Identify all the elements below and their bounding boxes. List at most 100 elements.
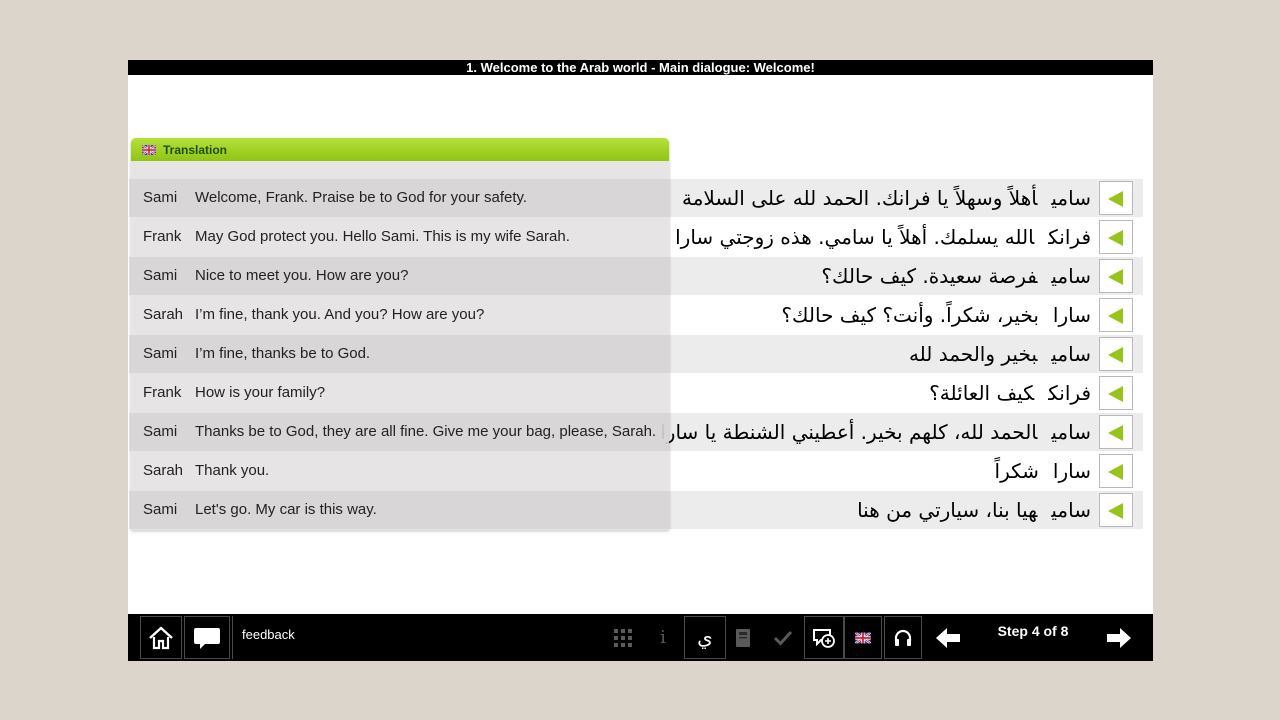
arrow-left-icon xyxy=(936,627,960,648)
translation-panel: Translation Sami Welcome, Frank. Praise b… xyxy=(131,138,669,530)
lesson-content: سامي أهلاً وسهلاً يا فرانك. الحمد لله على… xyxy=(129,75,1152,614)
next-step-button[interactable] xyxy=(1098,616,1140,659)
translation-text: May God protect you. Hello Sami. This is… xyxy=(195,228,570,245)
translation-text: Thank you. xyxy=(195,462,270,479)
translation-row: Sarah I’m fine, thank you. And you? How a… xyxy=(131,296,669,334)
uk-flag-icon xyxy=(142,145,156,155)
play-line-button[interactable] xyxy=(1099,493,1133,527)
arabic-speaker: فرانك xyxy=(1048,381,1091,405)
translation-speaker: Sami xyxy=(143,267,178,284)
arabic-keyboard-button[interactable]: ي xyxy=(684,616,726,659)
check-button[interactable] xyxy=(766,616,800,659)
headphones-icon xyxy=(894,629,912,646)
translation-text: Nice to meet you. How are you? xyxy=(195,267,409,284)
arabic-text: شكراً xyxy=(994,459,1039,483)
comments-button[interactable] xyxy=(184,616,230,659)
play-line-button[interactable] xyxy=(1099,181,1133,215)
arabic-line: فرانك الله يسلمك. أهلاً يا سامي. هذه زوجت… xyxy=(675,218,1091,256)
play-icon xyxy=(1108,230,1123,246)
arabic-text: بخير والحمد لله xyxy=(908,342,1038,366)
exercises-grid-button[interactable] xyxy=(606,616,640,659)
arabic-line: سامي الحمد لله، كلهم بخير. أعطيني الشنطة … xyxy=(660,413,1091,451)
home-button[interactable] xyxy=(140,616,182,659)
audio-button[interactable] xyxy=(884,616,922,659)
step-indicator: Step 4 of 8 xyxy=(997,623,1069,639)
play-icon xyxy=(1108,308,1123,324)
translation-toggle-button[interactable] xyxy=(844,616,882,659)
play-line-button[interactable] xyxy=(1099,454,1133,488)
info-button[interactable]: i xyxy=(646,616,680,659)
arabic-speaker: فرانك xyxy=(1048,225,1091,249)
arabic-text: كيف العائلة؟ xyxy=(929,381,1035,405)
play-icon xyxy=(1108,425,1123,441)
translation-text: How is your family? xyxy=(195,384,326,401)
arabic-text: هيا بنا، سيارتي من هنا xyxy=(857,498,1038,522)
translation-row: Frank How is your family? xyxy=(131,374,669,412)
play-line-button[interactable] xyxy=(1099,220,1133,254)
arabic-line: سامي هيا بنا، سيارتي من هنا xyxy=(857,491,1091,529)
translation-speaker: Frank xyxy=(143,228,182,245)
arabic-line: سارا بخير، شكراً. وأنت؟ كيف حالك؟ xyxy=(781,296,1091,334)
play-line-button[interactable] xyxy=(1099,337,1133,371)
translation-row: Sami Nice to meet you. How are you? xyxy=(131,257,669,295)
arabic-speaker: سارا xyxy=(1052,459,1091,483)
speech-translate-button[interactable] xyxy=(804,616,844,659)
checkmark-icon xyxy=(773,630,793,646)
translation-text: I’m fine, thanks be to God. xyxy=(195,345,371,362)
translation-row: Sarah Thank you. xyxy=(131,452,669,490)
arabic-speaker: سامي xyxy=(1051,264,1091,288)
play-line-button[interactable] xyxy=(1099,298,1133,332)
translation-speaker: Sami xyxy=(143,345,178,362)
translation-panel-header[interactable]: Translation xyxy=(131,138,669,161)
arabic-text: الله يسلمك. أهلاً يا سامي. هذه زوجتي سار… xyxy=(675,225,1035,249)
play-line-button[interactable] xyxy=(1099,415,1133,449)
translation-speaker: Frank xyxy=(143,384,182,401)
notebook-icon xyxy=(736,628,750,647)
arrow-right-icon xyxy=(1107,627,1131,648)
arabic-speaker: سامي xyxy=(1051,186,1091,210)
feedback-link[interactable]: feedback xyxy=(232,616,302,659)
translation-row: Sami Welcome, Frank. Praise be to God for… xyxy=(131,179,669,217)
play-icon xyxy=(1108,191,1123,207)
bottom-toolbar: feedback i ي Step 4 of 8 xyxy=(128,614,1153,661)
arabic-text: فرصة سعيدة. كيف حالك؟ xyxy=(821,264,1038,288)
play-icon xyxy=(1108,464,1123,480)
speech-bubble-icon xyxy=(194,627,220,649)
arabic-line: سامي فرصة سعيدة. كيف حالك؟ xyxy=(821,257,1091,295)
previous-step-button[interactable] xyxy=(928,616,968,659)
translation-speaker: Sami xyxy=(143,189,178,206)
arabic-text: أهلاً وسهلاً يا فرانك. الحمد لله على الس… xyxy=(682,186,1038,210)
translation-row: Sami I’m fine, thanks be to God. xyxy=(131,335,669,373)
arabic-line: فرانك كيف العائلة؟ xyxy=(929,374,1091,412)
arabic-speaker: سامي xyxy=(1051,420,1091,444)
info-icon: i xyxy=(660,627,666,648)
translation-row: Sami Thanks be to God, they are all fine.… xyxy=(131,413,669,451)
arabic-speaker: سامي xyxy=(1051,342,1091,366)
arabic-speaker: سامي xyxy=(1051,498,1091,522)
arabic-keyboard-icon: ي xyxy=(697,625,713,649)
arabic-line: سارا شكراً xyxy=(995,452,1091,490)
play-line-button[interactable] xyxy=(1099,259,1133,293)
play-icon xyxy=(1108,503,1123,519)
translation-row: Sami Let's go. My car is this way. xyxy=(131,491,669,529)
speech-translate-icon xyxy=(813,628,835,648)
translation-speaker: Sarah xyxy=(143,462,184,479)
play-icon xyxy=(1108,386,1123,402)
arabic-speaker: سارا xyxy=(1052,303,1091,327)
translation-row: Frank May God protect you. Hello Sami. Th… xyxy=(131,218,669,256)
grid-icon xyxy=(614,628,632,647)
arabic-line: سامي بخير والحمد لله xyxy=(909,335,1091,373)
vocabulary-button[interactable] xyxy=(726,616,760,659)
uk-flag-icon xyxy=(855,632,871,643)
play-line-button[interactable] xyxy=(1099,376,1133,410)
translation-text: Welcome, Frank. Praise be to God for you… xyxy=(195,189,528,206)
translation-panel-title: Translation xyxy=(163,143,228,157)
play-icon xyxy=(1108,269,1123,285)
arabic-text: بخير، شكراً. وأنت؟ كيف حالك؟ xyxy=(781,303,1039,327)
app-window: 1. Welcome to the Arab world - Main dial… xyxy=(128,60,1153,661)
translation-speaker: Sarah xyxy=(143,306,184,323)
arabic-line: سامي أهلاً وسهلاً يا فرانك. الحمد لله على… xyxy=(682,179,1091,217)
home-icon xyxy=(149,626,173,649)
translation-text: Thanks be to God, they are all fine. Giv… xyxy=(195,423,657,440)
window-title: 1. Welcome to the Arab world - Main dial… xyxy=(128,60,1153,75)
